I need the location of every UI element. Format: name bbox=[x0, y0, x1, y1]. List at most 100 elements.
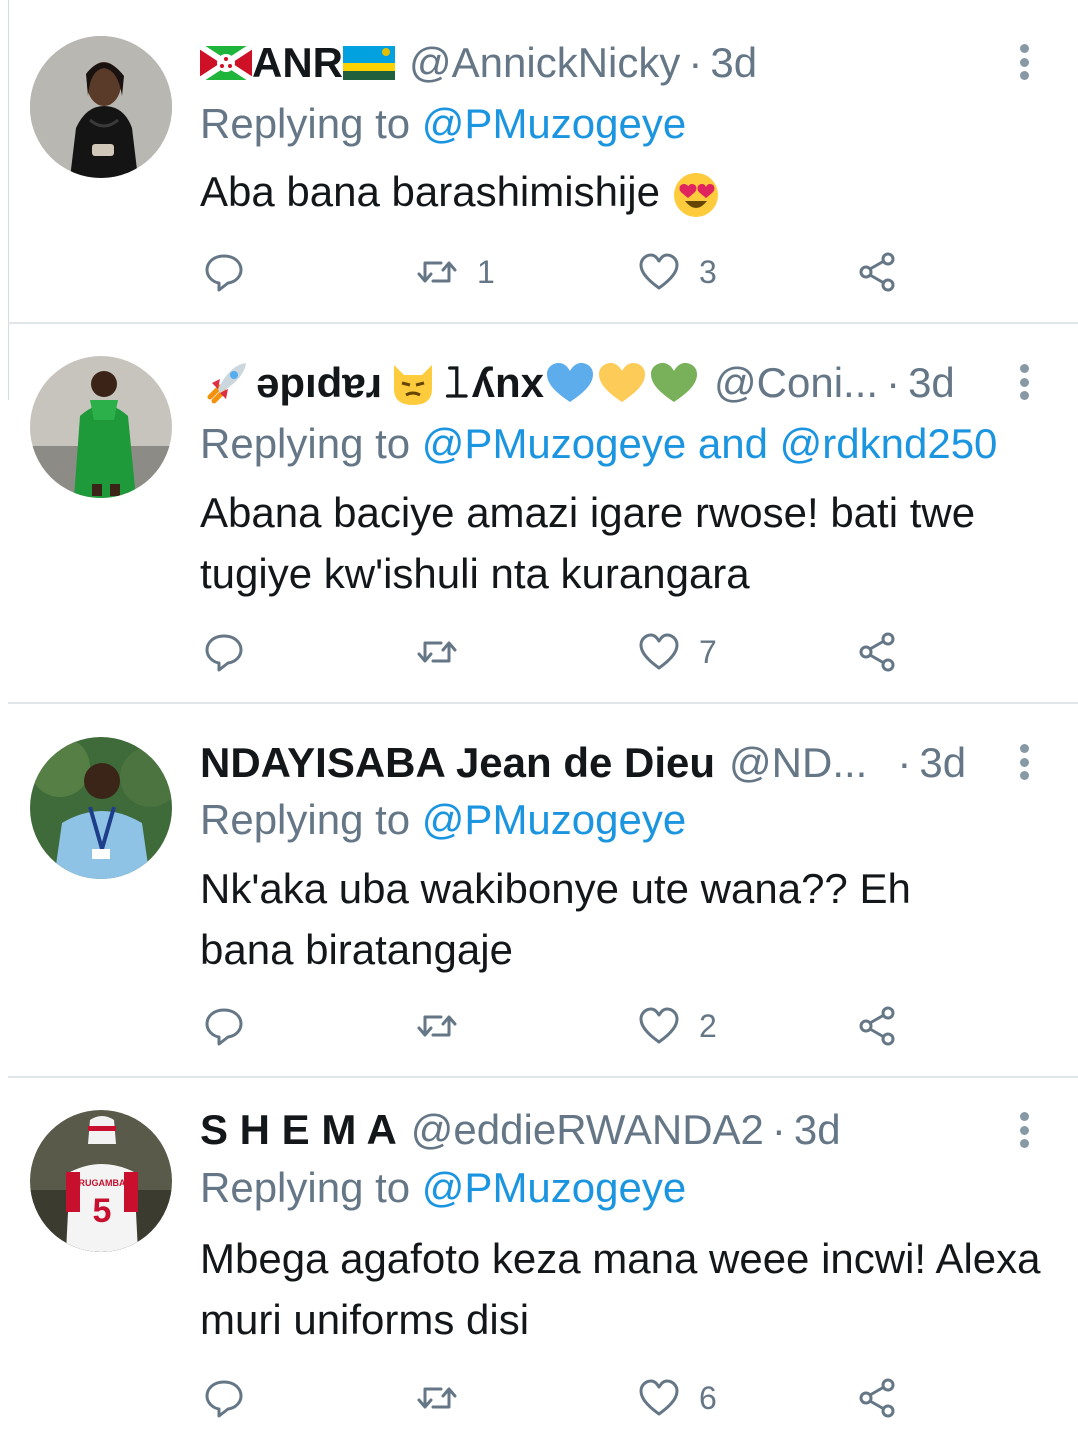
replying-to: Replying to @PMuzogeye bbox=[200, 1164, 686, 1212]
reply-icon bbox=[205, 1008, 243, 1046]
tweet-2[interactable]: ǝpıdɐɹ 𝚕ʎnx @Coni... · 3d Replying to @P… bbox=[0, 324, 1078, 704]
tweet-actions: 2 bbox=[200, 1003, 920, 1049]
like-icon bbox=[639, 1007, 679, 1044]
replying-to: Replying to @PMuzogeye bbox=[200, 796, 686, 844]
svg-text:5: 5 bbox=[93, 1192, 112, 1230]
yellow-heart-icon bbox=[596, 360, 648, 406]
display-name[interactable]: ANR bbox=[200, 39, 395, 87]
retweet-icon bbox=[417, 641, 457, 663]
separator-dot: · bbox=[771, 1106, 786, 1153]
tweet-actions: 7 bbox=[200, 629, 920, 675]
tweet-text-content: Aba bana barashimishije bbox=[200, 168, 660, 215]
retweet-button[interactable] bbox=[415, 1375, 477, 1421]
display-name[interactable]: S H E M A bbox=[200, 1106, 397, 1154]
avatar[interactable] bbox=[30, 36, 172, 178]
tweet-4[interactable]: RUGAMBA 5 S H E M A @eddieRWANDA2 · 3d R… bbox=[0, 1078, 1078, 1448]
timestamp[interactable]: 3d bbox=[710, 39, 757, 87]
avatar[interactable]: RUGAMBA 5 bbox=[30, 1110, 172, 1252]
share-button[interactable] bbox=[856, 1003, 900, 1049]
retweet-count: 1 bbox=[477, 253, 495, 290]
replying-to: Replying to @PMuzogeye and @rdknd250 bbox=[200, 420, 997, 468]
like-icon bbox=[639, 633, 679, 670]
display-name-prefix: ǝpıdɐɹ bbox=[256, 359, 383, 406]
retweet-icon bbox=[417, 1015, 457, 1037]
avatar[interactable] bbox=[30, 737, 172, 879]
retweet-icon bbox=[417, 1387, 457, 1409]
tweet-text-content: Abana baciye amazi igare rwose! bati twe… bbox=[200, 489, 976, 597]
tweet-1[interactable]: ANR @AnnickNicky · 3d Replying to @PMuzo… bbox=[0, 0, 1078, 324]
more-options-icon[interactable] bbox=[1012, 740, 1036, 784]
cat-emoji-icon bbox=[388, 359, 438, 407]
tweet-header: ǝpıdɐɹ 𝚕ʎnx @Coni... · 3d bbox=[200, 354, 986, 412]
share-icon bbox=[859, 632, 895, 672]
reply-icon bbox=[205, 1380, 243, 1418]
display-name[interactable]: NDAYISABA Jean de Dieu bbox=[200, 739, 715, 787]
tweet-text: Nk'aka uba wakibonye ute wana?? Eh bana … bbox=[200, 858, 990, 980]
tweet-text: Abana baciye amazi igare rwose! bati twe… bbox=[200, 482, 1050, 604]
reply-button[interactable] bbox=[202, 1375, 264, 1421]
mention-link[interactable]: @PMuzogeye bbox=[422, 100, 686, 147]
like-count: 7 bbox=[699, 633, 717, 670]
svg-text:RUGAMBA: RUGAMBA bbox=[79, 1178, 126, 1188]
timestamp[interactable]: 3d bbox=[919, 739, 966, 787]
like-button[interactable]: 2 bbox=[637, 1003, 717, 1049]
display-name[interactable]: ǝpıdɐɹ 𝚕ʎnx bbox=[200, 359, 700, 408]
like-button[interactable]: 7 bbox=[637, 629, 717, 675]
tweet-text: Mbega agafoto keza mana weee incwi! Alex… bbox=[200, 1228, 1050, 1350]
reply-button[interactable] bbox=[202, 249, 264, 295]
more-options-icon[interactable] bbox=[1012, 1108, 1036, 1152]
tweet-text: Aba bana barashimishije bbox=[200, 161, 1050, 222]
timestamp[interactable]: 3d bbox=[794, 1106, 841, 1154]
reply-icon bbox=[205, 634, 243, 672]
separator-dot: · bbox=[897, 739, 912, 786]
tweet-header: ANR @AnnickNicky · 3d bbox=[200, 34, 986, 92]
like-button[interactable]: 6 bbox=[637, 1375, 717, 1421]
replying-label: Replying to bbox=[200, 100, 411, 147]
timestamp[interactable]: 3d bbox=[908, 359, 955, 407]
reply-button[interactable] bbox=[202, 629, 264, 675]
mention-link[interactable]: @PMuzogeye bbox=[422, 796, 686, 843]
share-button[interactable] bbox=[856, 1375, 900, 1421]
tweet-actions: 6 bbox=[200, 1375, 920, 1421]
share-button[interactable] bbox=[856, 249, 900, 295]
share-icon bbox=[859, 1006, 895, 1046]
heart-eyes-emoji-icon bbox=[673, 172, 718, 217]
green-heart-icon bbox=[648, 360, 700, 406]
share-icon bbox=[859, 252, 895, 292]
user-handle[interactable]: @ND... bbox=[729, 739, 867, 787]
tweet-text-content: Mbega agafoto keza mana weee incwi! Alex… bbox=[200, 1235, 1041, 1343]
retweet-button[interactable] bbox=[415, 1003, 477, 1049]
retweet-button[interactable]: 1 bbox=[415, 249, 495, 295]
display-name-text: ANR bbox=[252, 39, 343, 86]
mention-link[interactable]: @PMuzogeye and @rdknd250 bbox=[422, 420, 998, 467]
like-icon bbox=[639, 253, 679, 290]
retweet-icon bbox=[417, 261, 457, 283]
retweet-button[interactable] bbox=[415, 629, 477, 675]
tweet-header: NDAYISABA Jean de Dieu @ND... · 3d bbox=[200, 734, 986, 792]
user-handle[interactable]: @eddieRWANDA2 bbox=[411, 1106, 764, 1154]
replying-to: Replying to @PMuzogeye bbox=[200, 100, 686, 148]
burundi-flag-icon bbox=[200, 46, 252, 80]
share-button[interactable] bbox=[856, 629, 900, 675]
reply-icon bbox=[205, 254, 243, 292]
replying-label: Replying to bbox=[200, 420, 411, 467]
like-button[interactable]: 3 bbox=[637, 249, 717, 295]
tweet-3[interactable]: NDAYISABA Jean de Dieu @ND... · 3d Reply… bbox=[0, 704, 1078, 1078]
user-handle[interactable]: @Coni... bbox=[714, 359, 878, 407]
more-options-icon[interactable] bbox=[1012, 360, 1036, 404]
separator-dot: · bbox=[688, 39, 703, 86]
replying-label: Replying to bbox=[200, 796, 411, 843]
separator-dot: · bbox=[886, 359, 901, 406]
avatar[interactable] bbox=[30, 356, 172, 498]
like-count: 6 bbox=[699, 1379, 717, 1416]
rwanda-flag-icon bbox=[343, 46, 395, 80]
rocket-emoji-icon bbox=[200, 359, 250, 407]
reply-button[interactable] bbox=[202, 1003, 264, 1049]
mention-link[interactable]: @PMuzogeye bbox=[422, 1164, 686, 1211]
more-options-icon[interactable] bbox=[1012, 40, 1036, 84]
like-icon bbox=[639, 1379, 679, 1416]
tweet-header: S H E M A @eddieRWANDA2 · 3d bbox=[200, 1101, 986, 1159]
share-icon bbox=[859, 1378, 895, 1418]
tweet-actions: 1 3 bbox=[200, 249, 920, 295]
user-handle[interactable]: @AnnickNicky bbox=[409, 39, 680, 87]
